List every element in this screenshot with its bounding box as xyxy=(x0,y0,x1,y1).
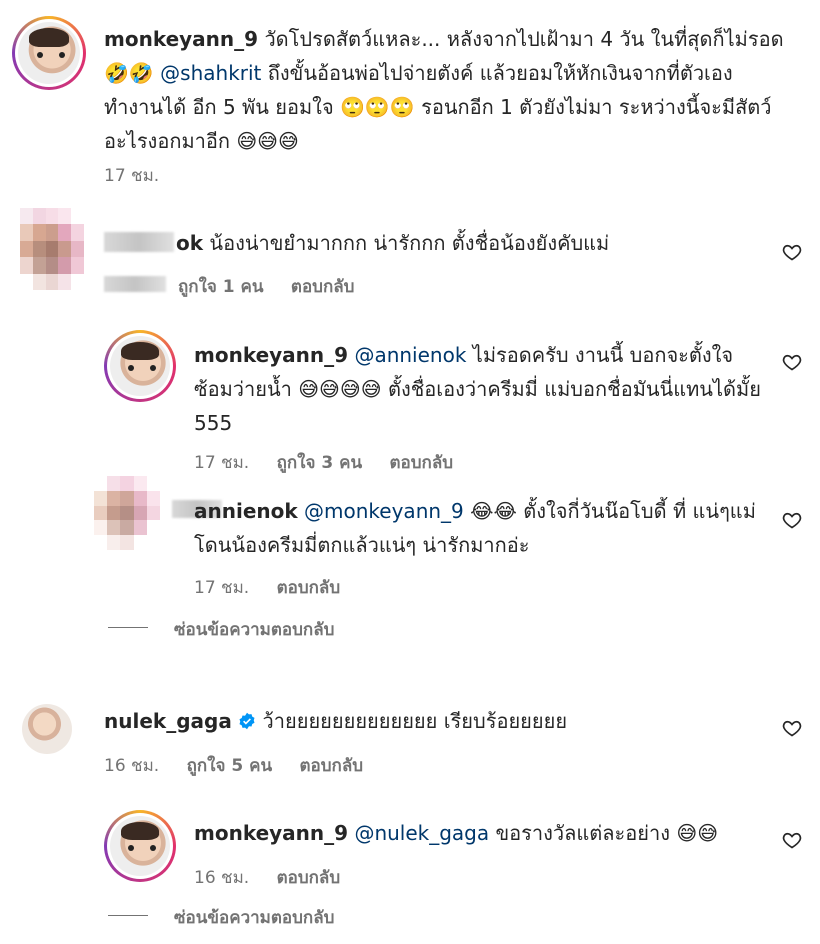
divider-line xyxy=(108,627,148,628)
comment-meta: 17 ชม. ตอบกลับ xyxy=(194,574,362,601)
hide-replies-label[interactable]: ซ่อนข้อความตอบกลับ xyxy=(174,616,334,643)
comment-body: monkeyann_9 @annienok ไม่รอดครับ งานนี้ … xyxy=(194,343,761,435)
comment-username[interactable]: annienok xyxy=(194,499,298,523)
likes-count[interactable]: ถูกใจ 5 คน xyxy=(187,756,273,776)
mention-link[interactable]: @nulek_gaga xyxy=(354,821,489,845)
hide-replies-label[interactable]: ซ่อนข้อความตอบกลับ xyxy=(174,904,334,931)
comment-meta: 16 ชม. ตอบกลับ xyxy=(194,864,362,891)
comment-meta: ถูกใจ 1 คน ตอบกลับ xyxy=(178,273,376,300)
heart-icon[interactable] xyxy=(782,352,802,372)
comment-time: 17 ชม. xyxy=(194,453,250,473)
reply-button[interactable]: ตอบกลับ xyxy=(300,756,364,776)
likes-count[interactable]: ถูกใจ 1 คน xyxy=(178,277,264,297)
reply-button[interactable]: ตอบกลับ xyxy=(277,868,341,888)
reply-button[interactable]: ตอบกลับ xyxy=(277,578,341,598)
comment-time: 16 ชม. xyxy=(194,868,250,888)
comment-username[interactable]: monkeyann_9 xyxy=(194,821,348,845)
avatar-nulek[interactable] xyxy=(22,704,72,754)
mention-link[interactable]: @monkeyann_9 xyxy=(304,499,464,523)
comment-username[interactable]: monkeyann_9 xyxy=(194,343,348,367)
divider-line xyxy=(108,915,148,916)
comment-meta: 17 ชม. xyxy=(104,162,181,189)
comment-username[interactable]: ok xyxy=(176,231,203,255)
comment-body: nulek_gaga ว้ายยยยยยยยยยยยย เรียบร้อยยยย… xyxy=(104,709,568,733)
comment-time: 17 ชม. xyxy=(194,578,250,598)
heart-icon[interactable] xyxy=(782,510,802,530)
comment-body: monkeyann_9 @nulek_gaga ขอรางวัลแต่ละอย่… xyxy=(194,821,719,845)
mention-link[interactable]: @annienok xyxy=(354,343,466,367)
comment-username[interactable]: nulek_gaga xyxy=(104,709,232,733)
heart-icon[interactable] xyxy=(782,830,802,850)
likes-count[interactable]: ถูกใจ 3 คน xyxy=(277,453,363,473)
comment-meta: 16 ชม. ถูกใจ 5 คน ตอบกลับ xyxy=(104,752,385,779)
heart-icon[interactable] xyxy=(782,718,802,738)
reply-button[interactable]: ตอบกลับ xyxy=(390,453,454,473)
reply-button[interactable]: ตอบกลับ xyxy=(291,277,355,297)
avatar-monkeyann[interactable] xyxy=(12,16,86,90)
comment-body: ok น้องน่าขยำมากกก น่ารักกก ตั้งชื่อน้อง… xyxy=(176,231,610,255)
comment-body: annienok @monkeyann_9 😂😂 ตั้งใจกี่วันน๊อ… xyxy=(194,499,756,557)
blurred-time xyxy=(104,276,166,292)
comment-time: 17 ชม. xyxy=(104,166,160,186)
blurred-username xyxy=(104,232,174,252)
avatar-monkeyann[interactable] xyxy=(104,330,176,402)
comment-meta: 17 ชม. ถูกใจ 3 คน ตอบกลับ xyxy=(194,449,475,476)
comment-username[interactable]: monkeyann_9 xyxy=(104,27,258,51)
avatar-pixelated[interactable] xyxy=(20,208,84,290)
verified-badge-icon xyxy=(239,712,255,730)
heart-icon[interactable] xyxy=(782,242,802,262)
mention-link[interactable]: @shahkrit xyxy=(160,61,261,85)
avatar-pixelated[interactable] xyxy=(94,476,160,550)
comment-time: 16 ชม. xyxy=(104,756,160,776)
avatar-monkeyann[interactable] xyxy=(104,810,176,882)
comment-body: monkeyann_9 วัดโปรดสัตว์แหละ... หลังจากไ… xyxy=(104,27,784,153)
